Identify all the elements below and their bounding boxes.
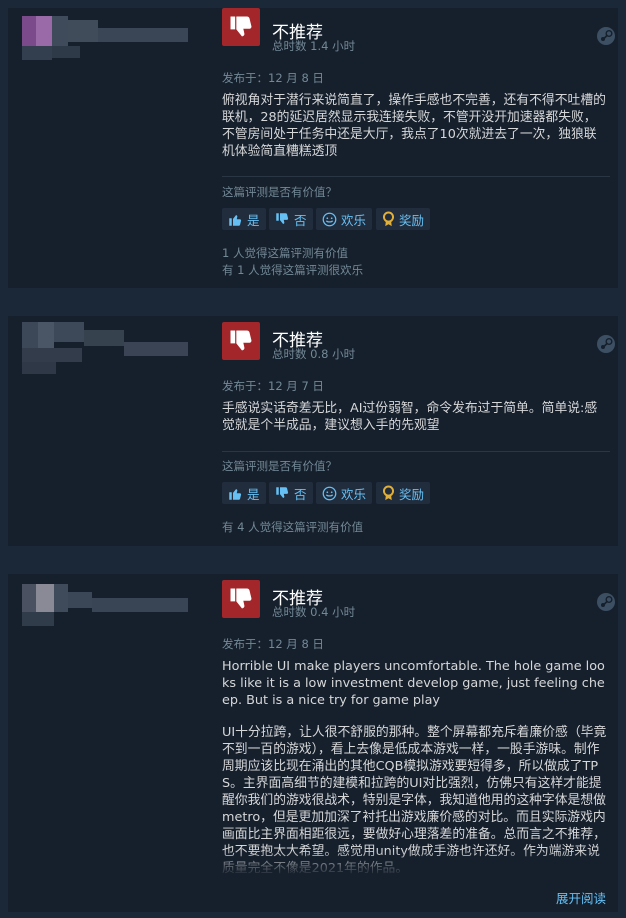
helpful-question: 这篇评测是否有价值？ (222, 185, 337, 199)
award-label: 奖励 (399, 486, 425, 502)
funny-count: 有 1 人觉得这篇评测很欢乐 (222, 263, 364, 277)
steam-icon (597, 335, 615, 353)
playtime-hours: 总时数 0.4 小时 (272, 605, 356, 619)
text-fade-overlay (222, 850, 618, 876)
vote-funny-button[interactable]: 欢乐 (316, 208, 373, 230)
smiley-icon (322, 486, 337, 500)
review-body: 手感说实话奇差无比，AI过份弱智，命令发布过于简单。简单说:感觉就是个半成品，建… (222, 401, 598, 433)
posted-date: 发布于：12 月 8 日 (222, 71, 324, 85)
helpful-count: 1 人觉得这篇评测有价值 (222, 246, 348, 260)
steam-icon (597, 27, 615, 45)
award-label: 奖励 (399, 212, 425, 228)
thumbs-down-icon (276, 212, 289, 224)
thumbs-up-icon (229, 214, 242, 226)
review-card: 不推荐 总时数 0.8 小时 发布于：12 月 7 日 手感说实话奇差无比，AI… (8, 316, 618, 552)
thumbs-down-icon (276, 486, 289, 498)
review-body-english: Horrible UI make players uncomfortable. … (222, 659, 605, 708)
vote-no-button[interactable]: 否 (269, 482, 313, 504)
vote-funny-button[interactable]: 欢乐 (316, 482, 373, 504)
award-icon (382, 485, 395, 501)
steam-icon (597, 593, 615, 611)
author-avatar-blurred[interactable] (16, 574, 206, 654)
vote-yes-button[interactable]: 是 (222, 208, 266, 230)
review-card: 不推荐 总时数 1.4 小时 发布于：12 月 8 日 俯视角对于潜行来说简直了… (8, 8, 618, 294)
helpful-count: 有 4 人觉得这篇评测有价值 (222, 520, 364, 534)
posted-date: 发布于：12 月 8 日 (222, 637, 324, 651)
vote-funny-label: 欢乐 (341, 212, 367, 228)
posted-date: 发布于：12 月 7 日 (222, 379, 324, 393)
thumbs-down-badge (222, 8, 260, 46)
vote-no-label: 否 (294, 212, 307, 228)
vote-no-label: 否 (294, 486, 307, 502)
vote-yes-label: 是 (247, 486, 260, 502)
helpful-question: 这篇评测是否有价值？ (222, 459, 337, 473)
divider (222, 176, 610, 177)
thumbs-up-icon (229, 488, 242, 500)
review-card: 不推荐 总时数 0.4 小时 发布于：12 月 8 日 Horrible UI … (8, 574, 618, 918)
smiley-icon (322, 212, 337, 226)
thumbs-down-icon (230, 330, 252, 351)
thumbs-down-icon (230, 16, 252, 37)
thumbs-down-badge (222, 322, 260, 360)
divider (222, 451, 610, 452)
review-body: 俯视角对于潜行来说简直了，操作手感也不完善，还有不得不吐槽的联机，28的延迟居然… (222, 93, 606, 159)
thumbs-down-badge (222, 580, 260, 618)
award-button[interactable]: 奖励 (376, 208, 431, 230)
thumbs-down-icon (230, 588, 252, 609)
award-button[interactable]: 奖励 (376, 482, 431, 504)
playtime-hours: 总时数 1.4 小时 (272, 39, 356, 53)
playtime-hours: 总时数 0.8 小时 (272, 347, 356, 361)
vote-no-button[interactable]: 否 (269, 208, 313, 230)
author-avatar-blurred[interactable] (16, 316, 206, 396)
vote-yes-label: 是 (247, 212, 260, 228)
expand-review-link[interactable]: 展开阅读 (556, 888, 606, 907)
vote-yes-button[interactable]: 是 (222, 482, 266, 504)
vote-funny-label: 欢乐 (341, 486, 367, 502)
award-icon (382, 211, 395, 227)
author-avatar-blurred[interactable] (16, 8, 206, 88)
